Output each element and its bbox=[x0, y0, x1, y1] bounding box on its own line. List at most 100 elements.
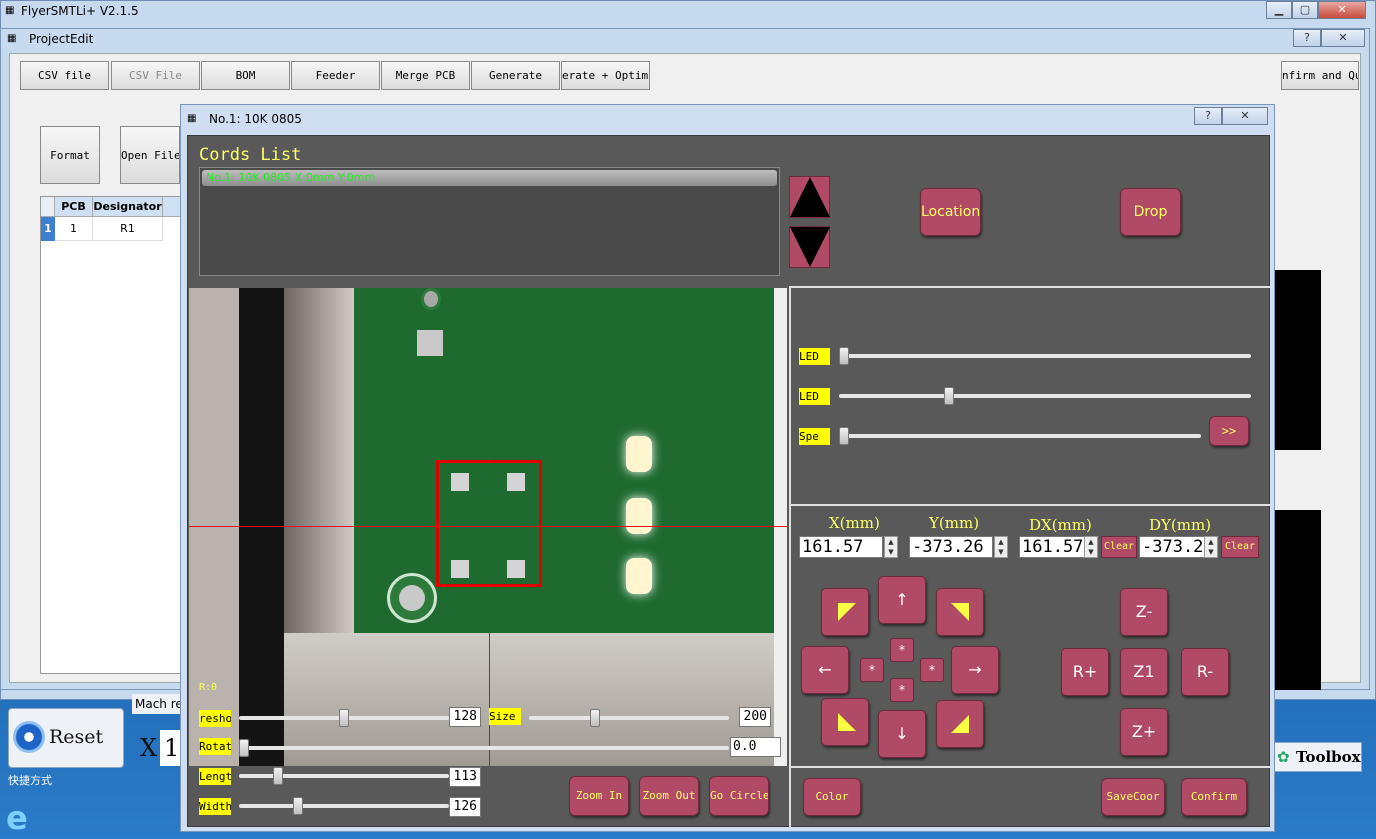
width-slider[interactable] bbox=[239, 797, 449, 815]
close-button[interactable]: ✕ bbox=[1321, 29, 1365, 47]
x-coord-label: X(mm) bbox=[829, 514, 880, 532]
jog-up-button[interactable]: ↑ bbox=[878, 576, 926, 624]
dx-coord-input[interactable]: 161.57 bbox=[1019, 536, 1085, 558]
cords-list[interactable]: No.1: 10K 0805 X:0mm Y:0mm bbox=[199, 167, 780, 276]
feeder-button[interactable]: Feeder bbox=[291, 61, 380, 90]
led1-slider[interactable] bbox=[839, 347, 1251, 365]
toolbox-icon: ✿ bbox=[1277, 748, 1290, 766]
dialog-icon: ▦ bbox=[187, 113, 197, 124]
generate-optimize-button[interactable]: erate + Optimi bbox=[561, 61, 650, 90]
confirm-and-quit-button[interactable]: nfirm and Qu bbox=[1281, 61, 1359, 90]
dy-coord-spinner[interactable]: ▲ ▼ bbox=[1204, 536, 1218, 558]
zoom-out-button[interactable]: Zoom Out bbox=[639, 776, 699, 816]
x-coord-spinner[interactable]: ▲ ▼ bbox=[884, 536, 898, 558]
width-value[interactable]: 126 bbox=[449, 797, 481, 817]
size-label: Size bbox=[489, 708, 521, 725]
forward-button[interactable]: >> bbox=[1209, 416, 1249, 446]
z-plus-button[interactable]: Z+ bbox=[1120, 708, 1168, 756]
rotate-slider-thumb[interactable] bbox=[239, 739, 249, 757]
move-up-button[interactable] bbox=[789, 176, 830, 218]
threshold-label: reshol bbox=[199, 710, 231, 727]
location-button[interactable]: Location bbox=[920, 188, 981, 236]
threshold-slider-thumb[interactable] bbox=[339, 709, 349, 727]
jog-step-left-button[interactable]: * bbox=[860, 658, 884, 682]
z-minus-button[interactable]: Z- bbox=[1120, 588, 1168, 636]
toolbox-button[interactable]: ✿ Toolbox bbox=[1274, 742, 1362, 772]
jog-down-right-button[interactable] bbox=[936, 700, 984, 748]
csv-file-button[interactable]: CSV file bbox=[20, 61, 109, 90]
length-slider-thumb[interactable] bbox=[273, 767, 283, 785]
confirm-button[interactable]: Confirm bbox=[1181, 778, 1247, 816]
r-plus-button[interactable]: R+ bbox=[1061, 648, 1109, 696]
csv-file-disabled-button[interactable]: CSV File bbox=[111, 61, 200, 90]
app-icon: ▦ bbox=[5, 5, 15, 16]
y-coord-input[interactable]: -373.26 bbox=[909, 536, 993, 558]
led1-label: LED bbox=[799, 348, 830, 365]
merge-pcb-button[interactable]: Merge PCB bbox=[381, 61, 470, 90]
camera-overlay-text: R:0 bbox=[199, 682, 218, 693]
maximize-button[interactable]: ▢ bbox=[1292, 1, 1318, 19]
dx-coord-spinner[interactable]: ▲ ▼ bbox=[1084, 536, 1098, 558]
generate-button[interactable]: Generate bbox=[471, 61, 560, 90]
dy-clear-button[interactable]: Clear bbox=[1221, 536, 1259, 558]
open-file-button[interactable]: Open File bbox=[120, 126, 180, 184]
color-button[interactable]: Color bbox=[803, 778, 861, 816]
bom-button[interactable]: BOM bbox=[201, 61, 290, 90]
z1-button[interactable]: Z1 bbox=[1120, 648, 1168, 696]
reset-button[interactable]: Reset bbox=[8, 708, 124, 768]
dialog-help-button[interactable]: ? bbox=[1194, 107, 1222, 125]
dy-coord-input[interactable]: -373.2 bbox=[1139, 536, 1205, 558]
table-header-designator[interactable]: Designator bbox=[93, 197, 163, 217]
speed-label: Spe bbox=[799, 428, 830, 445]
jog-step-up-button[interactable]: * bbox=[890, 638, 914, 662]
jog-up-right-button[interactable] bbox=[936, 588, 984, 636]
zoom-in-button[interactable]: Zoom In bbox=[569, 776, 629, 816]
width-slider-thumb[interactable] bbox=[293, 797, 303, 815]
jog-up-left-button[interactable] bbox=[821, 588, 869, 636]
size-value[interactable]: 200 bbox=[739, 707, 771, 727]
dialog-close-button[interactable]: ✕ bbox=[1222, 107, 1268, 125]
size-slider-thumb[interactable] bbox=[590, 709, 600, 727]
triangle-down-icon bbox=[790, 227, 830, 267]
go-circle-button[interactable]: Go Circle bbox=[709, 776, 769, 816]
speed-slider-thumb[interactable] bbox=[839, 427, 849, 445]
jog-down-button[interactable]: ↓ bbox=[878, 710, 926, 758]
jog-left-button[interactable]: ← bbox=[801, 646, 849, 694]
help-button[interactable]: ? bbox=[1293, 29, 1321, 47]
rotate-slider[interactable] bbox=[239, 739, 729, 757]
length-slider[interactable] bbox=[239, 767, 449, 785]
rotate-value[interactable]: 0.0 bbox=[730, 737, 781, 757]
threshold-slider[interactable] bbox=[239, 709, 449, 727]
project-edit-title: ProjectEdit bbox=[29, 32, 94, 46]
row-selector[interactable]: 1 bbox=[41, 217, 55, 241]
move-down-button[interactable] bbox=[789, 226, 830, 268]
y-coord-spinner[interactable]: ▲ ▼ bbox=[994, 536, 1008, 558]
table-cell[interactable]: R1 bbox=[93, 217, 163, 241]
jog-right-button[interactable]: → bbox=[951, 646, 999, 694]
length-value[interactable]: 113 bbox=[449, 767, 481, 787]
jog-down-left-button[interactable] bbox=[821, 698, 869, 746]
led1-slider-thumb[interactable] bbox=[839, 347, 849, 365]
table-cell[interactable]: 1 bbox=[55, 217, 93, 241]
camera-view[interactable]: R:0 reshol 128 Size 200 Rotate 0.0 bbox=[189, 288, 787, 766]
led2-slider[interactable] bbox=[839, 387, 1251, 405]
ie-icon[interactable]: e bbox=[6, 800, 56, 836]
main-close-button[interactable]: ✕ bbox=[1318, 1, 1366, 19]
list-item[interactable]: No.1: 10K 0805 X:0mm Y:0mm bbox=[202, 170, 777, 186]
threshold-value[interactable]: 128 bbox=[449, 707, 481, 727]
speed-slider[interactable] bbox=[839, 427, 1201, 445]
format-button[interactable]: Format bbox=[40, 126, 100, 184]
size-slider[interactable] bbox=[529, 709, 729, 727]
jog-step-right-button[interactable]: * bbox=[920, 658, 944, 682]
table-header-pcb[interactable]: PCB bbox=[55, 197, 93, 217]
y-coord-label: Y(mm) bbox=[929, 514, 980, 532]
r-minus-button[interactable]: R- bbox=[1181, 648, 1229, 696]
x-coord-input[interactable]: 161.57 bbox=[799, 536, 883, 558]
drop-button[interactable]: Drop bbox=[1120, 188, 1181, 236]
jog-step-down-button[interactable]: * bbox=[890, 678, 914, 702]
minimize-button[interactable]: ▁ bbox=[1266, 1, 1292, 19]
preview-panel-top bbox=[1275, 270, 1321, 450]
led2-slider-thumb[interactable] bbox=[944, 387, 954, 405]
save-coor-button[interactable]: SaveCoor bbox=[1101, 778, 1165, 816]
dx-clear-button[interactable]: Clear bbox=[1101, 536, 1137, 558]
